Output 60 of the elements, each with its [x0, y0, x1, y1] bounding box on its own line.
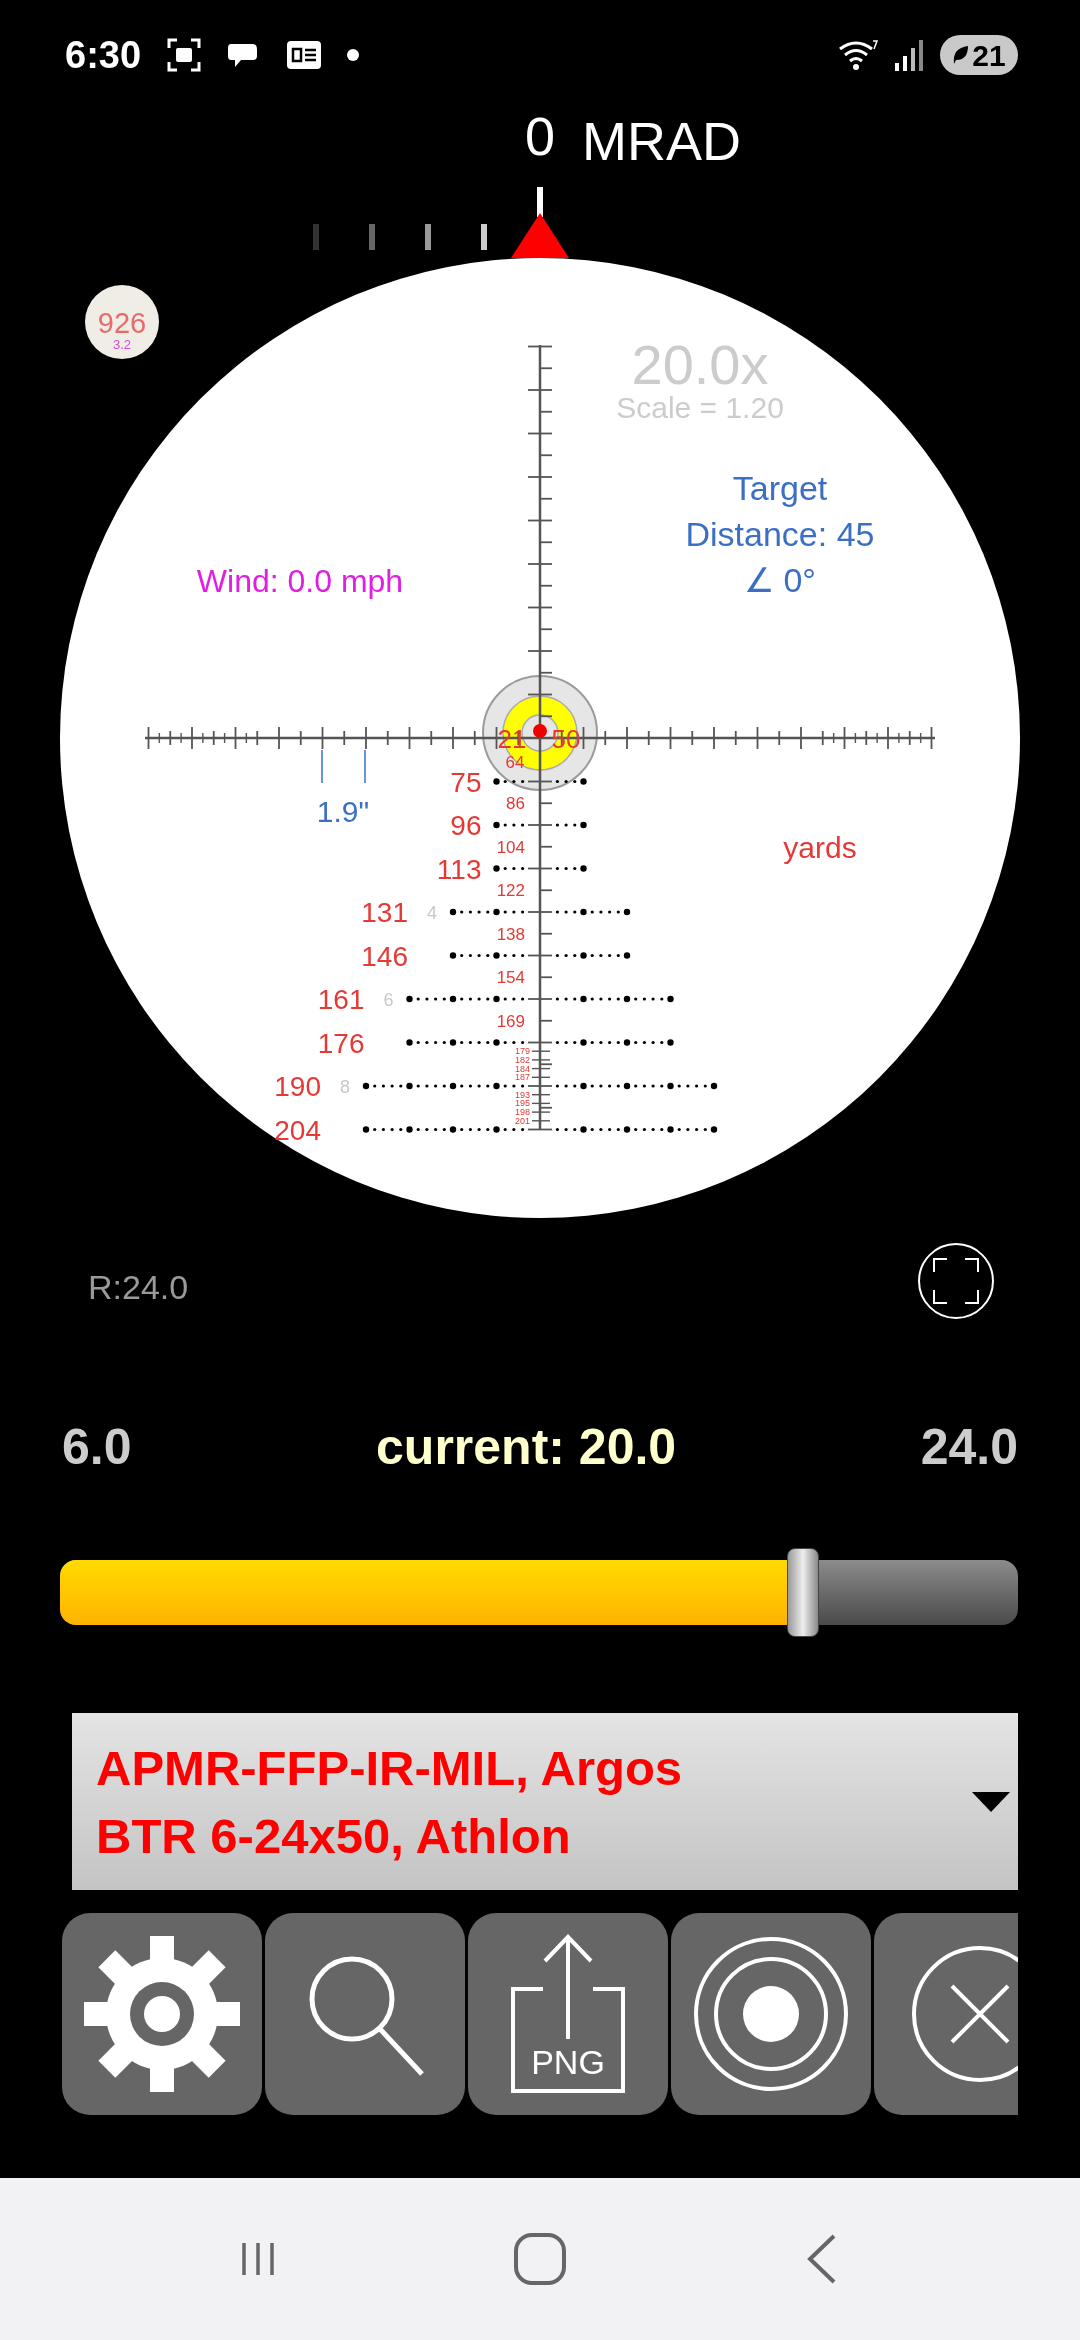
fine-range-label: 201: [514, 1115, 530, 1126]
dropdown-caret-icon: [972, 1791, 1010, 1812]
range-subvalue: 3.2: [112, 337, 132, 352]
zoom-current: current: 20.0: [376, 1417, 677, 1477]
target-button[interactable]: [671, 1913, 871, 2115]
wind-label: Wind: 0.0 mph: [196, 563, 404, 599]
half-range-label: 86: [506, 794, 525, 814]
zoom-max: 24.0: [920, 1417, 1018, 1477]
range-label: 176: [317, 1027, 365, 1059]
fine-range-label: 179: [514, 1046, 530, 1057]
fine-range-label: 184: [514, 1063, 530, 1074]
spacing-marker: [321, 749, 366, 784]
half-range-label: 122: [496, 881, 525, 901]
pointer-icon: [511, 213, 569, 258]
wifi-icon: [838, 39, 878, 71]
range-label: 190: [274, 1071, 321, 1102]
range-label: 204: [274, 1114, 321, 1146]
fullscreen-button[interactable]: [918, 1243, 994, 1319]
news-icon: [287, 41, 322, 69]
aim-dot: [533, 724, 547, 738]
fine-range-label: 193: [514, 1089, 530, 1100]
range-value: 926: [97, 307, 147, 339]
turret-unit: MRAD: [582, 111, 741, 171]
half-range-label: 138: [496, 924, 525, 944]
settings-button[interactable]: [62, 1913, 262, 2115]
range-label: 75: [450, 766, 482, 798]
export-button[interactable]: PNG: [468, 1913, 668, 2115]
spacing-label: 1.9": [316, 795, 370, 828]
target-icon: [693, 1936, 849, 2092]
battery-level: 21: [972, 37, 1006, 74]
home-icon[interactable]: [513, 2232, 567, 2286]
range-label: 146: [361, 940, 408, 972]
status-time: 6:30: [65, 32, 142, 78]
turret-value: 0: [525, 110, 555, 166]
search-button[interactable]: [265, 1913, 465, 2115]
half-range-label: 169: [496, 1011, 525, 1031]
export-icon: [511, 1934, 625, 2093]
range-label: 113: [436, 853, 482, 885]
zoom-slider[interactable]: [60, 1548, 1018, 1637]
screenshot-icon: [167, 38, 202, 72]
target-info: Target: [732, 469, 828, 507]
fine-range-label: 198: [514, 1107, 530, 1118]
zoom-slider-thumb[interactable]: [787, 1548, 820, 1637]
zoom-min: 6.0: [62, 1417, 132, 1477]
center-range-below: 64: [505, 753, 525, 772]
fine-range-label: 187: [514, 1072, 530, 1083]
target-info: ∠ 0°: [744, 561, 816, 599]
radius-label: R:24.0: [88, 1268, 189, 1306]
range-label: 96: [450, 810, 482, 841]
fine-range-label: 195: [514, 1098, 530, 1109]
half-range-label: 154: [496, 968, 525, 988]
close-button[interactable]: [874, 1913, 1018, 2115]
signal-icon: [894, 39, 924, 71]
fine-range-label: 182: [514, 1054, 530, 1065]
unit-label: yards: [783, 831, 857, 864]
target-info: Distance: 45: [685, 515, 875, 553]
leaf-icon: [952, 44, 971, 66]
half-range-label: 104: [496, 837, 525, 857]
range-label: 131: [361, 897, 408, 928]
range-label: 161: [317, 984, 365, 1015]
